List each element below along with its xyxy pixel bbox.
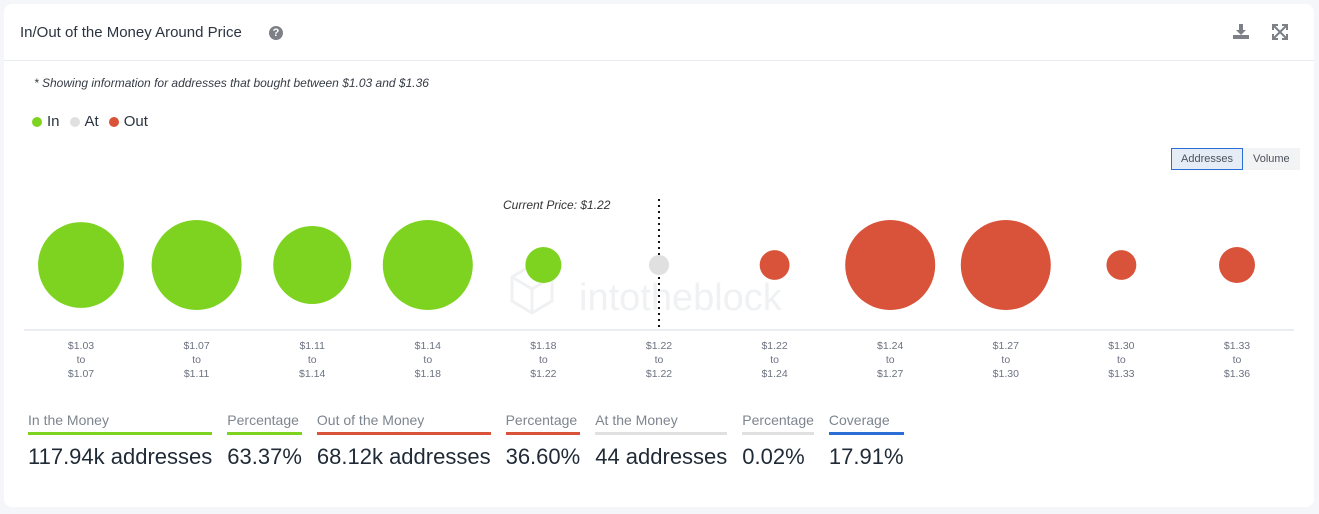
x-tick-label: $1.14 <box>415 340 441 352</box>
x-tick-label: to <box>655 354 664 366</box>
x-tick-label: to <box>308 354 317 366</box>
x-tick-label: $1.11 <box>184 368 210 380</box>
bubble-chart: intotheblock Current Price: $1.22 $1.03 to $… <box>24 198 1294 380</box>
stat-out-percentage: Percentage 36.60% <box>505 412 581 470</box>
legend-label: In <box>47 113 60 130</box>
legend-dot-at <box>69 116 80 127</box>
bubble-in <box>151 220 242 310</box>
x-tick-label: to <box>77 354 86 366</box>
x-tick-label: $1.22 <box>761 340 787 352</box>
x-tick-label: to <box>539 354 548 366</box>
bubble-out <box>1219 247 1255 283</box>
stat-value: 63.37% <box>227 444 302 469</box>
stat-in-percentage: Percentage 63.37% <box>227 412 302 470</box>
legend-label: Out <box>123 113 148 130</box>
x-tick-label: $1.22 <box>646 368 672 380</box>
stat-value: 17.91% <box>828 444 904 469</box>
bubble-in <box>38 222 124 308</box>
stat-value: 44 addresses <box>595 444 728 469</box>
x-tick-label: $1.03 <box>68 340 94 352</box>
expand-icon[interactable] <box>1270 22 1290 42</box>
stat-label: In the Money <box>28 412 213 435</box>
bubble-out <box>960 220 1051 310</box>
x-tick-label: $1.11 <box>299 340 325 352</box>
stat-at-percentage: Percentage 0.02% <box>742 412 814 470</box>
in-out-money-card: In/Out of the Money Around Price ? * Sho… <box>4 4 1314 507</box>
x-tick-label: $1.18 <box>530 340 556 352</box>
legend-item-at[interactable]: At <box>69 113 99 130</box>
x-tick-label: $1.22 <box>530 368 556 380</box>
range-note: * Showing information for addresses that… <box>34 76 429 90</box>
x-tick-label: $1.36 <box>1224 368 1250 380</box>
stat-value: 36.60% <box>505 444 581 469</box>
bubble-in <box>273 226 352 304</box>
x-tick-label: to <box>1001 354 1010 366</box>
x-tick-label: $1.30 <box>993 368 1019 380</box>
legend-label: At <box>84 113 99 130</box>
bubble-out <box>759 250 790 280</box>
stat-value: 117.94k addresses <box>28 444 213 469</box>
card-title: In/Out of the Money Around Price <box>20 24 242 41</box>
stat-label: Out of the Money <box>316 412 491 435</box>
help-icon[interactable]: ? <box>269 26 283 40</box>
x-tick-label: to <box>1117 354 1126 366</box>
x-tick-label: $1.22 <box>646 340 672 352</box>
bubble-in <box>525 247 562 283</box>
x-tick-label: to <box>423 354 432 366</box>
stat-label: Coverage <box>828 412 904 435</box>
bubble-at <box>648 254 670 276</box>
bubble-out <box>1106 250 1137 280</box>
x-tick-label: $1.33 <box>1224 340 1250 352</box>
x-tick-label: to <box>770 354 779 366</box>
stat-coverage: Coverage 17.91% <box>828 412 904 470</box>
toggle-volume[interactable]: Volume <box>1242 148 1300 170</box>
watermark: intotheblock <box>579 277 783 319</box>
toggle-addresses[interactable]: Addresses <box>1171 148 1243 170</box>
stat-label: At the Money <box>595 412 728 435</box>
x-tick-label: $1.07 <box>68 368 94 380</box>
legend-dot-out <box>108 116 119 127</box>
summary-stats: In the Money 117.94k addresses Percentage… <box>28 412 919 470</box>
x-tick-label: $1.18 <box>415 368 441 380</box>
metric-toggle: Addresses Volume <box>1171 148 1300 170</box>
legend-dot-in <box>32 116 42 127</box>
stat-value: 68.12k addresses <box>316 444 491 469</box>
legend-item-out[interactable]: Out <box>108 113 148 130</box>
bubble-in <box>382 220 473 310</box>
current-price-label: Current Price: $1.22 <box>503 198 611 212</box>
x-tick-label: $1.07 <box>183 340 209 352</box>
x-tick-label: $1.24 <box>761 368 787 380</box>
x-tick-label: $1.14 <box>299 368 325 380</box>
stat-in-money: In the Money 117.94k addresses <box>28 412 213 470</box>
x-tick-label: $1.33 <box>1108 368 1134 380</box>
download-icon[interactable] <box>1231 22 1251 42</box>
legend: In At Out <box>32 113 158 130</box>
stat-label: Percentage <box>227 412 302 435</box>
x-tick-label: to <box>886 354 895 366</box>
x-tick-label: $1.24 <box>877 340 903 352</box>
legend-item-in[interactable]: In <box>32 113 60 130</box>
x-tick-label: to <box>1233 354 1242 366</box>
stat-label: Percentage <box>505 412 581 435</box>
bubble-out <box>845 220 936 310</box>
stat-at-money: At the Money 44 addresses <box>595 412 728 470</box>
card-header: In/Out of the Money Around Price ? <box>4 4 1314 61</box>
x-tick-label: $1.27 <box>877 368 903 380</box>
stat-value: 0.02% <box>742 444 805 469</box>
x-tick-label: $1.30 <box>1108 340 1134 352</box>
stat-out-money: Out of the Money 68.12k addresses <box>316 412 491 470</box>
x-tick-label: $1.27 <box>993 340 1019 352</box>
x-tick-label: to <box>192 354 201 366</box>
stat-label: Percentage <box>742 412 814 435</box>
